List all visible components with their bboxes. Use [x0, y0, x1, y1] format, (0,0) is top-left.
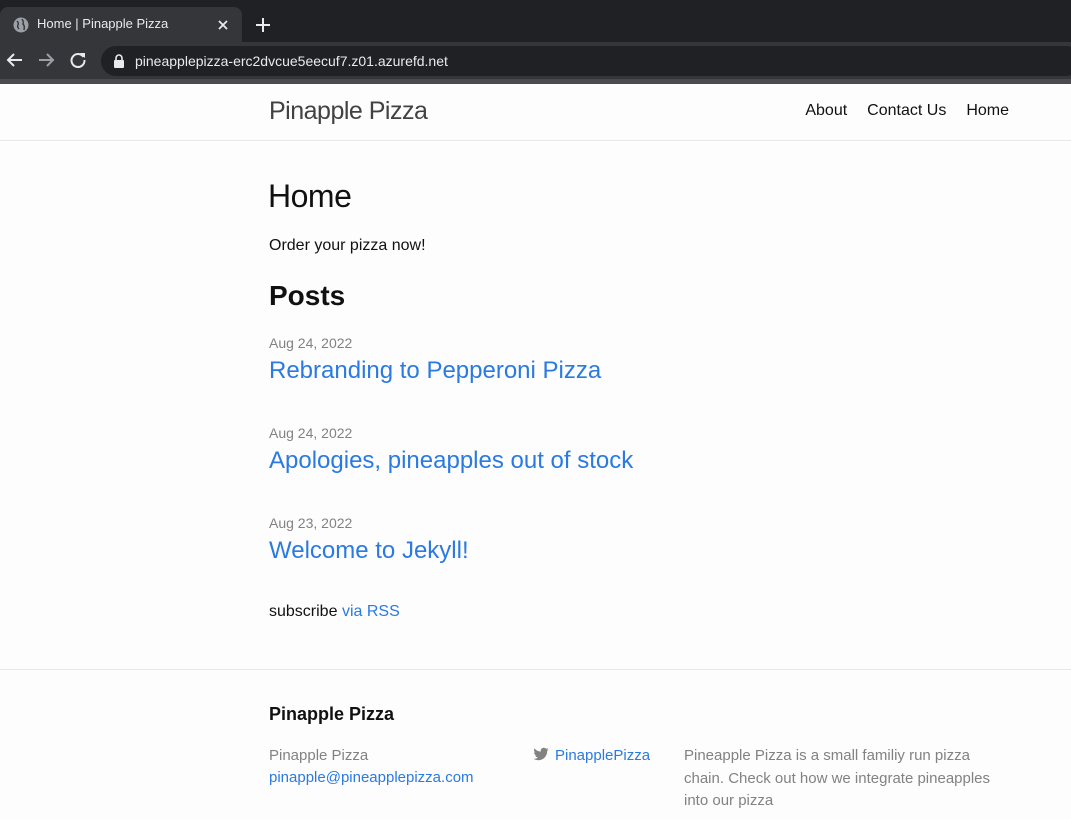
- posts-heading: Posts: [269, 280, 346, 311]
- site-footer: Pinapple Pizza Pinapple Pizza pinapple@p…: [0, 669, 1071, 819]
- tab-title: Home | Pinapple Pizza: [37, 16, 169, 31]
- footer-email-link[interactable]: pinapple@pineapplepizza.com: [269, 767, 474, 789]
- footer-description: Pineapple Pizza is a small familiy run p…: [684, 747, 991, 809]
- plus-icon[interactable]: [254, 16, 272, 34]
- site-header: Pinapple Pizza About Contact Us Home: [0, 84, 1071, 141]
- post-item: Aug 24, 2022 Apologies, pineapples out o…: [269, 425, 633, 475]
- post-date: Aug 23, 2022: [269, 515, 353, 531]
- post-date: Aug 24, 2022: [269, 425, 353, 441]
- page-title: Home: [268, 178, 352, 214]
- site-title[interactable]: Pinapple Pizza: [269, 97, 428, 126]
- address-bar[interactable]: pineapplepizza-erc2dvcue5eecuf7.z01.azur…: [101, 46, 1071, 76]
- intro-text: Order your pizza now!: [269, 237, 426, 254]
- browser-toolbar: pineapplepizza-erc2dvcue5eecuf7.z01.azur…: [0, 42, 1071, 79]
- post-link[interactable]: Apologies, pineapples out of stock: [269, 447, 633, 475]
- browser-tab[interactable]: Home | Pinapple Pizza: [0, 7, 242, 42]
- lock-icon: [114, 54, 124, 68]
- twitter-link[interactable]: PinapplePizza: [555, 747, 650, 764]
- post-link[interactable]: Welcome to Jekyll!: [269, 537, 469, 565]
- forward-arrow-icon[interactable]: [37, 51, 55, 69]
- post-date: Aug 24, 2022: [269, 335, 353, 351]
- footer-name: Pinapple Pizza: [269, 747, 369, 764]
- subscribe-label: subscribe: [269, 603, 338, 620]
- nav-link-contact-us[interactable]: Contact Us: [867, 102, 946, 120]
- rss-subscribe: subscribe via RSS: [269, 603, 400, 621]
- browser-tab-bar: Home | Pinapple Pizza: [0, 0, 1071, 42]
- reload-icon[interactable]: [69, 51, 87, 69]
- rss-link[interactable]: via RSS: [342, 603, 400, 620]
- site-nav: About Contact Us Home: [805, 102, 1009, 120]
- nav-link-home[interactable]: Home: [966, 102, 1009, 120]
- close-icon[interactable]: [215, 17, 231, 33]
- footer-heading: Pinapple Pizza: [269, 704, 395, 724]
- footer-contact: Pinapple Pizza pinapple@pineapplepizza.c…: [269, 745, 474, 789]
- nav-link-about[interactable]: About: [805, 102, 847, 120]
- post-item: Aug 24, 2022 Rebranding to Pepperoni Piz…: [269, 335, 601, 385]
- post-item: Aug 23, 2022 Welcome to Jekyll!: [269, 515, 469, 565]
- post-link[interactable]: Rebranding to Pepperoni Pizza: [269, 357, 601, 385]
- twitter-icon: [533, 747, 549, 761]
- footer-social: PinapplePizza: [533, 745, 650, 767]
- globe-icon: [13, 17, 29, 33]
- url-text: pineapplepizza-erc2dvcue5eecuf7.z01.azur…: [135, 53, 448, 69]
- back-arrow-icon[interactable]: [6, 51, 24, 69]
